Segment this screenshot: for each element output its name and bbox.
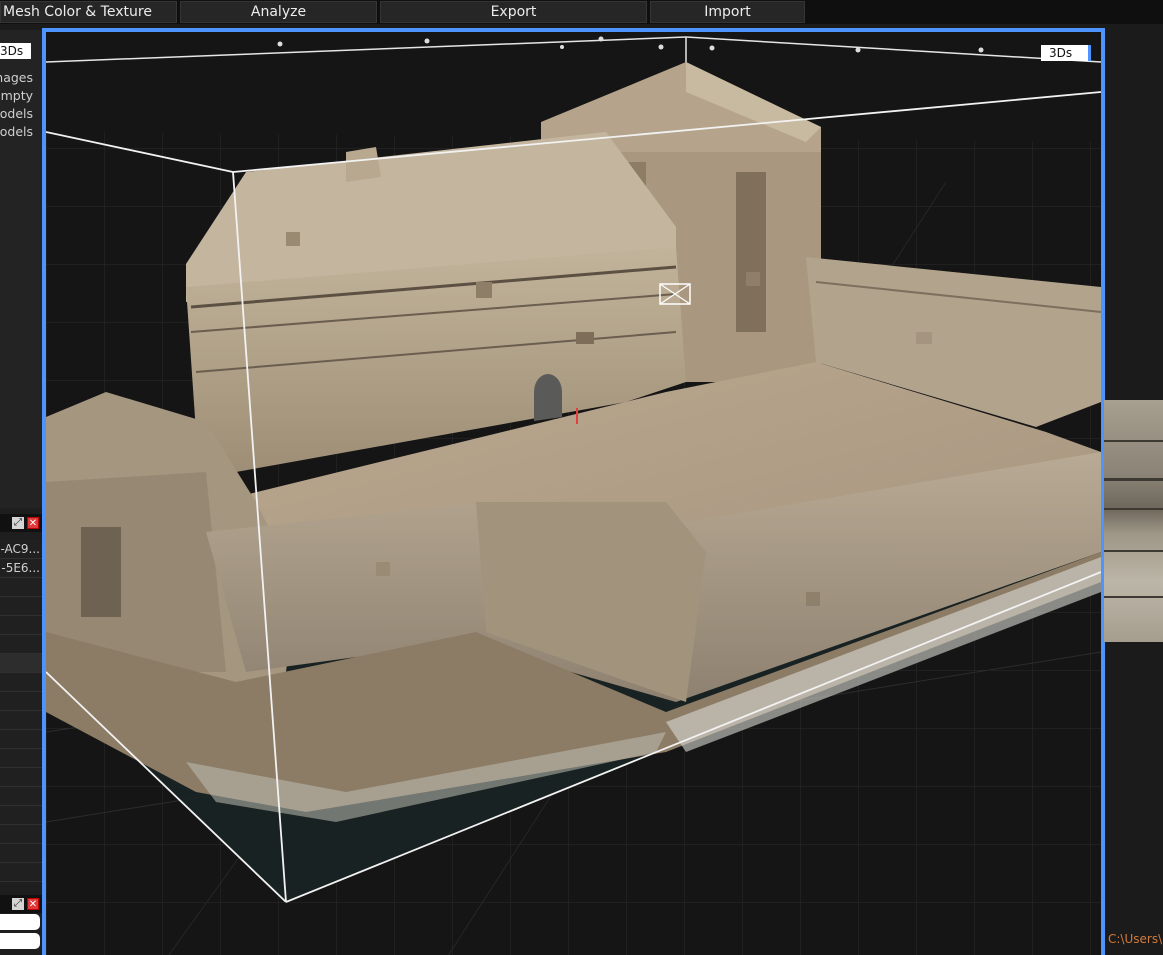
project-panel: 3Ds nages empty nodels nodels [0,30,42,508]
view-select[interactable]: 3Ds [0,43,31,59]
empty-line: empty [0,88,33,103]
list-item[interactable] [0,635,42,654]
3d-viewport[interactable]: 3Ds [42,28,1105,955]
list-item[interactable]: -5E6... [0,559,42,578]
list-item[interactable] [0,692,42,711]
close-icon[interactable]: ✕ [27,517,39,529]
3d-scene[interactable] [46,32,1101,955]
list-item[interactable] [0,768,42,787]
list-item[interactable]: -AC9... [0,540,42,559]
list-item[interactable] [0,597,42,616]
maximize-icon[interactable]: ⤢ [12,898,24,910]
export-button[interactable]: Export [380,1,647,23]
component-list: -AC9... -5E6... [0,540,42,882]
text-input-1[interactable] [0,914,40,930]
mesh-color-texture-button[interactable]: Mesh Color & Texture [0,1,177,23]
list-item[interactable] [0,654,42,673]
images-count-line: nages [0,70,33,85]
list-item[interactable] [0,806,42,825]
panel-header-2: ⤢ ✕ [0,895,42,913]
panel-header-1: ⤢ ✕ [0,514,42,532]
status-path: C:\Users\ [1108,932,1163,946]
analyze-button[interactable]: Analyze [180,1,377,23]
list-item[interactable] [0,787,42,806]
maximize-icon[interactable]: ⤢ [12,517,24,529]
list-item[interactable] [0,825,42,844]
models-line-1: nodels [0,106,33,121]
list-item[interactable] [0,863,42,882]
list-item[interactable] [0,711,42,730]
list-item[interactable] [0,673,42,692]
viewport-view-label[interactable]: 3Ds [1041,45,1091,61]
top-toolbar: Mesh Color & Texture Analyze Export Impo… [0,0,1163,24]
image-thumbnail[interactable] [1104,400,1163,642]
import-button[interactable]: Import [650,1,805,23]
close-icon[interactable]: ✕ [27,898,39,910]
models-line-2: nodels [0,124,33,139]
left-panel: 3Ds nages empty nodels nodels ⤢ ✕ -AC9..… [0,30,42,955]
text-input-2[interactable] [0,933,40,949]
list-item[interactable] [0,616,42,635]
list-item[interactable] [0,749,42,768]
list-item[interactable] [0,844,42,863]
list-item[interactable] [0,578,42,597]
list-item[interactable] [0,730,42,749]
